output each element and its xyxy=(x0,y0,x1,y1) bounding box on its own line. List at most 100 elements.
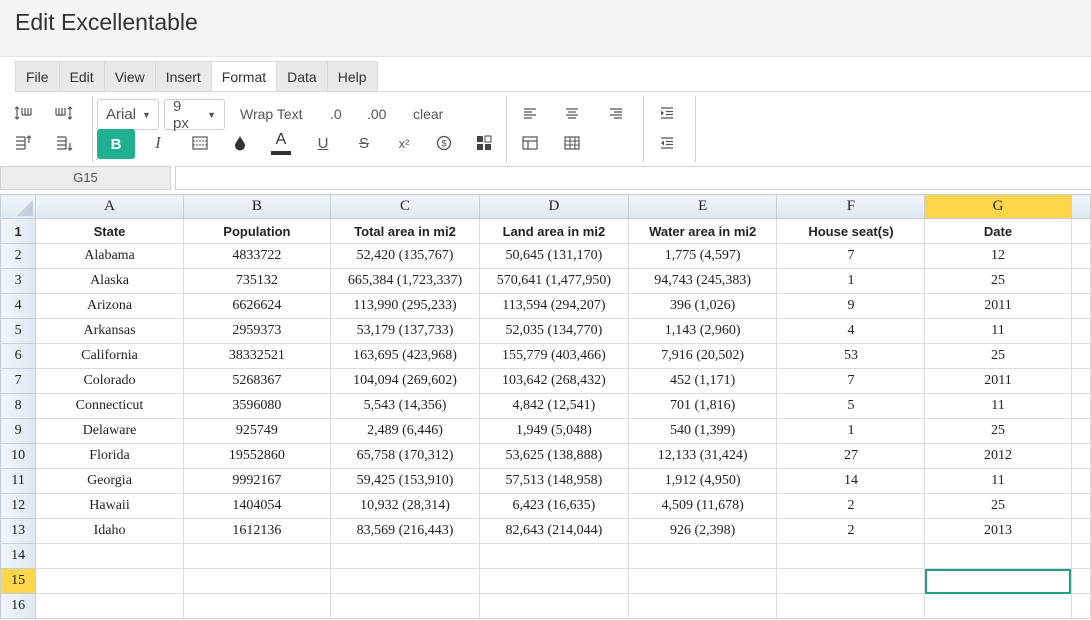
table-cell[interactable]: 25 xyxy=(924,493,1072,519)
insert-column-right-icon[interactable] xyxy=(49,100,79,126)
table-cell[interactable] xyxy=(924,543,1072,569)
table-cell[interactable] xyxy=(776,593,926,619)
table-cell[interactable]: 25 xyxy=(924,343,1072,369)
row-header[interactable]: 6 xyxy=(0,343,37,369)
underline-button[interactable]: U xyxy=(308,130,338,156)
table-cell[interactable] xyxy=(182,593,332,619)
row-header[interactable]: 15 xyxy=(0,568,37,594)
row-header[interactable]: 16 xyxy=(0,593,37,619)
table-cell[interactable]: Total area in mi2 xyxy=(330,218,480,244)
table-cell[interactable]: 11 xyxy=(924,468,1072,494)
table-cell[interactable]: Arkansas xyxy=(35,318,184,344)
table-cell[interactable]: House seat(s) xyxy=(776,218,926,244)
clear-format-button[interactable]: clear xyxy=(413,99,443,129)
table-cell[interactable] xyxy=(1070,518,1091,544)
table-cell[interactable]: Georgia xyxy=(35,468,184,494)
menu-data[interactable]: Data xyxy=(277,62,328,93)
unmerge-cells-icon[interactable] xyxy=(557,130,587,156)
table-cell[interactable] xyxy=(627,593,778,619)
table-cell[interactable]: 2 xyxy=(776,518,926,544)
font-size-dropdown[interactable]: 9 px ▼ xyxy=(164,98,225,132)
row-header[interactable]: 13 xyxy=(0,518,37,544)
table-cell[interactable] xyxy=(1070,568,1091,594)
column-header-b[interactable]: B xyxy=(182,194,332,219)
wrap-text-button[interactable]: Wrap Text xyxy=(240,99,303,129)
table-cell[interactable]: Alabama xyxy=(35,243,184,269)
table-cell[interactable] xyxy=(1070,318,1091,344)
table-cell[interactable]: 57,513 (148,958) xyxy=(478,468,629,494)
table-cell[interactable]: 5 xyxy=(776,393,926,419)
table-cell[interactable]: 12,133 (31,424) xyxy=(627,443,778,469)
column-header-g[interactable]: G xyxy=(924,194,1072,219)
table-cell[interactable]: 1,775 (4,597) xyxy=(627,243,778,269)
align-left-icon[interactable] xyxy=(515,100,545,126)
table-cell[interactable]: 4,842 (12,541) xyxy=(478,393,629,419)
table-cell[interactable]: 926 (2,398) xyxy=(627,518,778,544)
table-cell[interactable]: 11 xyxy=(924,393,1072,419)
row-header[interactable]: 3 xyxy=(0,268,37,294)
table-cell[interactable] xyxy=(182,543,332,569)
row-header[interactable]: 7 xyxy=(0,368,37,394)
row-header[interactable]: 4 xyxy=(0,293,37,319)
table-cell[interactable]: 9 xyxy=(776,293,926,319)
cell-reference-box[interactable]: G15 xyxy=(0,166,171,190)
table-cell[interactable]: 25 xyxy=(924,268,1072,294)
table-cell[interactable] xyxy=(478,543,629,569)
align-center-icon[interactable] xyxy=(557,100,587,126)
table-cell[interactable]: 2012 xyxy=(924,443,1072,469)
table-cell[interactable]: 113,990 (295,233) xyxy=(330,293,480,319)
table-cell[interactable] xyxy=(1070,543,1091,569)
table-cell[interactable]: 6,423 (16,635) xyxy=(478,493,629,519)
table-cell[interactable]: 82,643 (214,044) xyxy=(478,518,629,544)
table-cell[interactable]: 53 xyxy=(776,343,926,369)
table-cell[interactable]: 12 xyxy=(924,243,1072,269)
table-cell[interactable]: 735132 xyxy=(182,268,332,294)
table-cell[interactable]: Land area in mi2 xyxy=(478,218,629,244)
indent-increase-icon[interactable] xyxy=(652,100,682,126)
table-cell[interactable]: 1,912 (4,950) xyxy=(627,468,778,494)
column-header-d[interactable]: D xyxy=(478,194,629,219)
table-cell[interactable]: 94,743 (245,383) xyxy=(627,268,778,294)
table-cell[interactable] xyxy=(330,593,480,619)
table-cell[interactable]: 6626624 xyxy=(182,293,332,319)
row-header[interactable]: 8 xyxy=(0,393,37,419)
table-cell[interactable] xyxy=(776,543,926,569)
column-header-h[interactable] xyxy=(1070,194,1091,219)
table-cell[interactable]: 2959373 xyxy=(182,318,332,344)
table-cell[interactable]: 3596080 xyxy=(182,393,332,419)
table-cell[interactable] xyxy=(478,593,629,619)
table-cell[interactable]: 104,094 (269,602) xyxy=(330,368,480,394)
table-cell[interactable]: California xyxy=(35,343,184,369)
row-header[interactable]: 10 xyxy=(0,443,37,469)
table-cell[interactable] xyxy=(35,593,184,619)
selected-cell[interactable] xyxy=(924,568,1072,594)
select-all-corner[interactable] xyxy=(0,194,37,219)
borders-icon[interactable] xyxy=(185,130,215,156)
table-cell[interactable]: 83,569 (216,443) xyxy=(330,518,480,544)
table-cell[interactable] xyxy=(1070,293,1091,319)
row-header[interactable]: 2 xyxy=(0,243,37,269)
table-cell[interactable]: 5268367 xyxy=(182,368,332,394)
conditional-format-icon[interactable] xyxy=(469,130,499,156)
table-cell[interactable]: State xyxy=(35,218,184,244)
table-cell[interactable]: 925749 xyxy=(182,418,332,444)
table-cell[interactable]: 1404054 xyxy=(182,493,332,519)
bold-button[interactable]: B xyxy=(97,129,135,159)
table-cell[interactable]: 2 xyxy=(776,493,926,519)
row-header[interactable]: 5 xyxy=(0,318,37,344)
table-cell[interactable] xyxy=(1070,243,1091,269)
table-cell[interactable]: 2011 xyxy=(924,293,1072,319)
table-cell[interactable] xyxy=(330,568,480,594)
table-cell[interactable]: 1 xyxy=(776,268,926,294)
table-cell[interactable]: Florida xyxy=(35,443,184,469)
insert-column-left-icon[interactable] xyxy=(8,100,38,126)
table-cell[interactable]: 11 xyxy=(924,318,1072,344)
table-cell[interactable] xyxy=(1070,443,1091,469)
row-header[interactable]: 14 xyxy=(0,543,37,569)
table-cell[interactable]: 1,949 (5,048) xyxy=(478,418,629,444)
table-cell[interactable]: 4833722 xyxy=(182,243,332,269)
table-cell[interactable]: 701 (1,816) xyxy=(627,393,778,419)
table-cell[interactable] xyxy=(1070,268,1091,294)
table-cell[interactable]: 65,758 (170,312) xyxy=(330,443,480,469)
increase-decimal-button[interactable]: .00 xyxy=(367,99,386,129)
